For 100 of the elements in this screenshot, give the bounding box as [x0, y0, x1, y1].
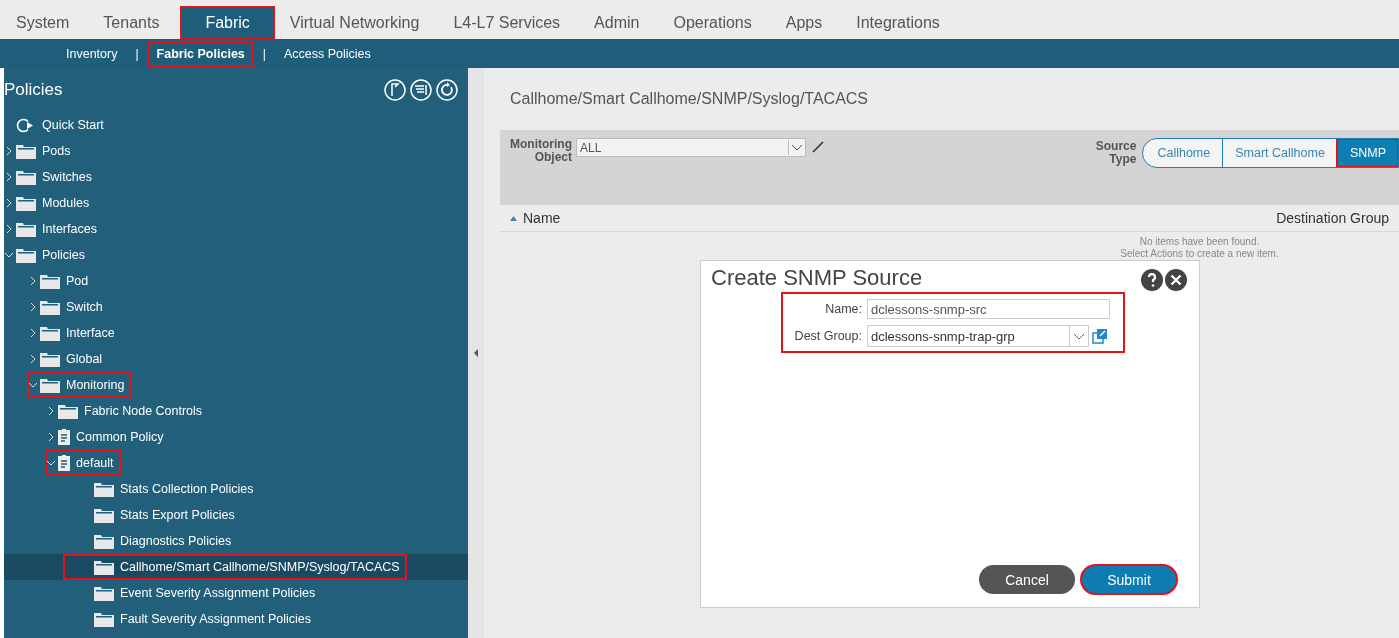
- chevron-icon[interactable]: [4, 172, 14, 182]
- nav-tab[interactable]: Tenants: [91, 7, 172, 39]
- tree-item[interactable]: Pods: [4, 138, 468, 164]
- submit-button[interactable]: Submit: [1081, 565, 1177, 594]
- chevron-icon[interactable]: [28, 276, 38, 286]
- quick-start-icon: [16, 117, 36, 133]
- tree-item[interactable]: Stats Export Policies: [4, 502, 468, 528]
- flag-icon[interactable]: [384, 79, 406, 101]
- folder-icon: [94, 507, 114, 523]
- tree-label: Common Policy: [76, 430, 164, 444]
- tree-label: Pods: [42, 144, 71, 158]
- nav-tab[interactable]: Integrations: [844, 7, 952, 39]
- folder-icon: [94, 585, 114, 601]
- tree-label: Stats Export Policies: [120, 508, 235, 522]
- dialog-title: Create SNMP Source: [711, 265, 923, 291]
- monitoring-object-label: Monitoring Object: [510, 138, 572, 164]
- folder-icon: [94, 611, 114, 627]
- tree-label: Global: [66, 352, 103, 366]
- tree-item[interactable]: Global: [4, 346, 468, 372]
- chevron-icon[interactable]: [4, 224, 14, 234]
- nav-tab[interactable]: Operations: [661, 7, 764, 39]
- name-field[interactable]: dclessons-snmp-src: [867, 299, 1110, 319]
- chevron-icon[interactable]: [46, 406, 56, 416]
- nav-tab[interactable]: System: [4, 7, 82, 39]
- dest-group-select[interactable]: dclessons-snmp-trap-grp: [867, 325, 1089, 347]
- tree-label: Policies: [42, 248, 86, 262]
- folder-icon: [58, 403, 78, 419]
- tree-label: Diagnostics Policies: [120, 534, 232, 548]
- folder-icon: [40, 351, 60, 367]
- chevron-icon[interactable]: [28, 380, 38, 390]
- folder-icon: [94, 481, 114, 497]
- folder-icon: [16, 221, 36, 237]
- tree-item[interactable]: Monitoring: [4, 372, 468, 398]
- sub-nav-tab[interactable]: Access Policies: [275, 41, 379, 66]
- folder-icon: [40, 299, 60, 315]
- tree-item[interactable]: Quick Start: [4, 112, 468, 138]
- tree-label: Pod: [66, 274, 89, 288]
- folder-icon: [16, 143, 36, 159]
- tree-item[interactable]: Common Policy: [4, 424, 468, 450]
- tree-item[interactable]: Interface: [4, 320, 468, 346]
- refresh-icon[interactable]: [436, 79, 458, 101]
- empty-message: Select Actions to create a new item.: [1119, 248, 1280, 260]
- chevron-icon[interactable]: [28, 354, 38, 364]
- tree-item[interactable]: Modules: [4, 190, 468, 216]
- tree-label: Switches: [42, 170, 93, 184]
- chevron-icon[interactable]: [28, 302, 38, 312]
- nav-tab[interactable]: Virtual Networking: [277, 7, 432, 39]
- column-header[interactable]: Destination Group: [1276, 210, 1389, 226]
- tree-item[interactable]: Pod: [4, 268, 468, 294]
- tree-label: Callhome/Smart Callhome/SNMP/Syslog/TACACS: [120, 560, 400, 574]
- nav-tab[interactable]: Apps: [773, 7, 835, 39]
- sub-nav-tab[interactable]: Inventory: [58, 41, 126, 66]
- tree-item[interactable]: Stats Collection Policies: [4, 476, 468, 502]
- chevron-icon[interactable]: [28, 328, 38, 338]
- nav-tab[interactable]: L4-L7 Services: [441, 7, 573, 39]
- tree-item[interactable]: Event Severity Assignment Policies: [4, 580, 468, 606]
- tree-item[interactable]: Fault Severity Assignment Policies: [4, 606, 468, 632]
- tree-label: Fault Severity Assignment Policies: [120, 612, 312, 626]
- field-label: Dest Group:: [793, 329, 862, 343]
- open-window-icon[interactable]: [1092, 328, 1108, 344]
- folder-icon: [94, 533, 114, 549]
- tree-item[interactable]: Switches: [4, 164, 468, 190]
- tree-item[interactable]: Interfaces: [4, 216, 468, 242]
- tree-item[interactable]: Diagnostics Policies: [4, 528, 468, 554]
- edit-icon[interactable]: [812, 141, 824, 153]
- tree-label: Event Severity Assignment Policies: [120, 586, 316, 600]
- chevron-down-icon[interactable]: [788, 140, 805, 155]
- help-icon[interactable]: [1141, 269, 1163, 291]
- column-header[interactable]: Name: [510, 210, 561, 226]
- source-type-option[interactable]: SNMP: [1336, 139, 1398, 167]
- tree-item[interactable]: default: [4, 450, 468, 476]
- cancel-button[interactable]: Cancel: [979, 565, 1075, 594]
- close-icon[interactable]: [1165, 269, 1187, 291]
- chevron-icon[interactable]: [4, 146, 14, 156]
- empty-message: No items have been found.: [1138, 236, 1261, 248]
- tree-label: Switch: [66, 300, 103, 314]
- tree-item[interactable]: Callhome/Smart Callhome/SNMP/Syslog/TACACS: [4, 554, 468, 580]
- chevron-icon[interactable]: [4, 250, 14, 260]
- sub-nav-tab[interactable]: Fabric Policies: [148, 41, 253, 66]
- chevron-icon[interactable]: [46, 432, 56, 442]
- tree-item[interactable]: Switch: [4, 294, 468, 320]
- tree-label: Interfaces: [42, 222, 97, 236]
- chevron-icon[interactable]: [4, 198, 14, 208]
- nav-tab[interactable]: Admin: [582, 7, 652, 39]
- collapse-handle-icon[interactable]: [474, 349, 478, 357]
- field-label: Name:: [824, 302, 862, 316]
- clipboard-icon: [58, 429, 70, 445]
- monitoring-object-select[interactable]: ALL: [576, 138, 806, 157]
- tree-label: Interface: [66, 326, 115, 340]
- tree-item[interactable]: Fabric Node Controls: [4, 398, 468, 424]
- chevron-icon[interactable]: [46, 458, 56, 468]
- tree-label: Quick Start: [42, 118, 104, 132]
- tree-item[interactable]: Policies: [4, 242, 468, 268]
- separator: |: [135, 46, 139, 61]
- list-icon[interactable]: [410, 79, 432, 101]
- source-type-option[interactable]: Callhome: [1143, 139, 1223, 167]
- tree-label: default: [76, 456, 114, 470]
- nav-tab[interactable]: Fabric: [181, 7, 274, 39]
- sort-ascending-icon: [510, 215, 517, 221]
- sidebar-title: Policies: [4, 80, 63, 100]
